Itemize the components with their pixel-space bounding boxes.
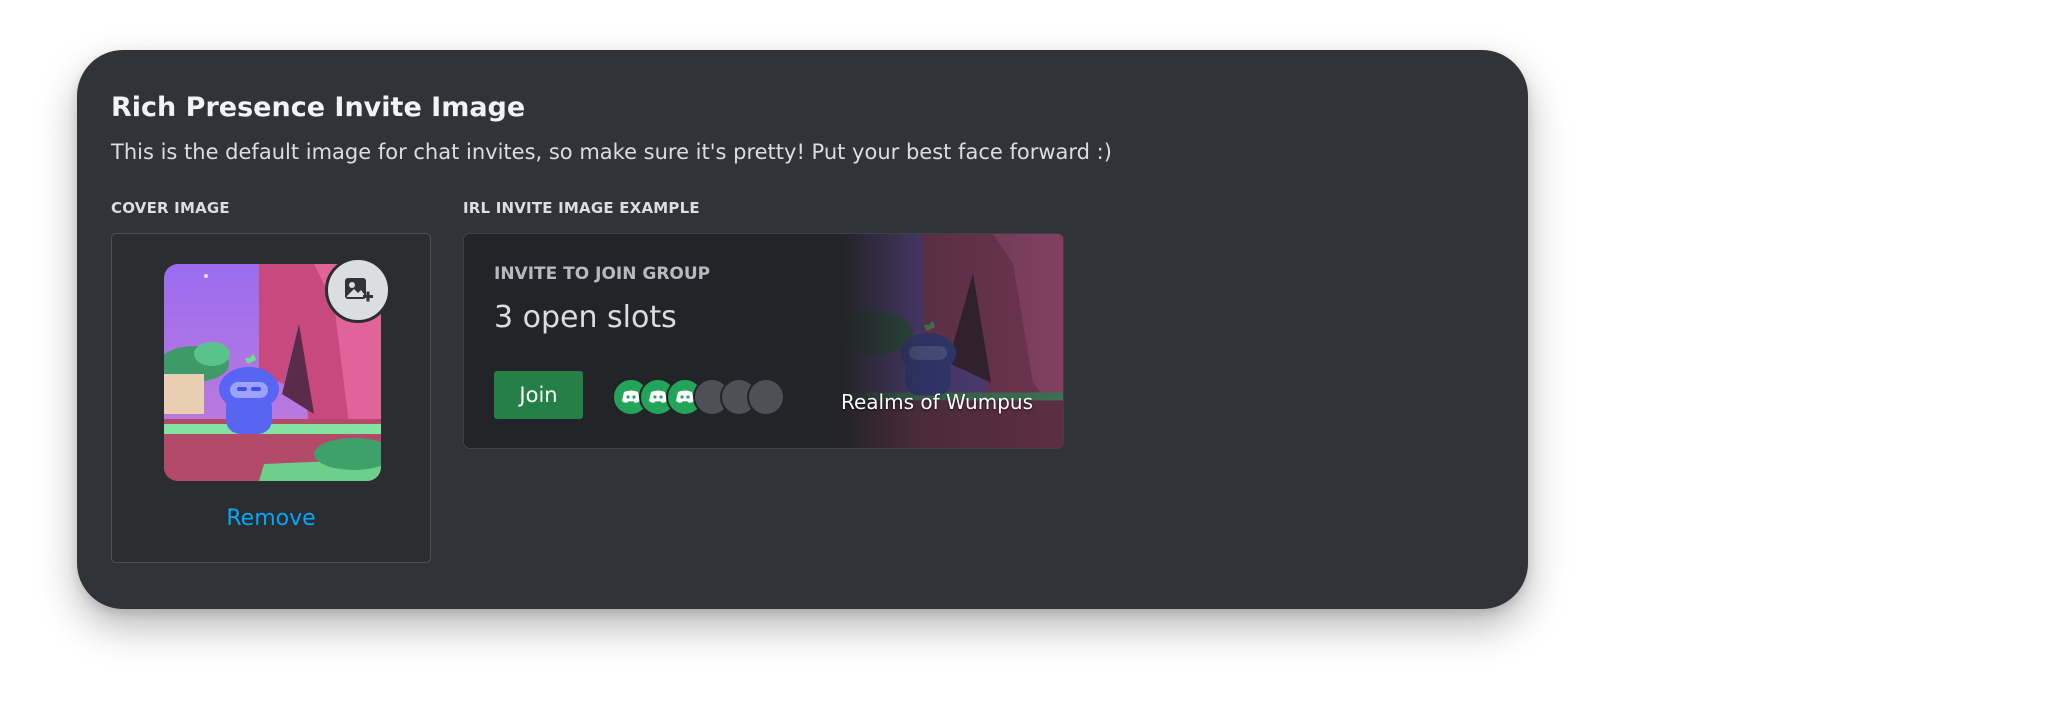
- discord-logo-icon: [676, 390, 694, 403]
- remove-button[interactable]: Remove: [112, 506, 430, 531]
- add-image-button[interactable]: [325, 257, 391, 323]
- invite-background-art: [843, 234, 1063, 448]
- cover-image-label: COVER IMAGE: [111, 199, 230, 217]
- game-name: Realms of Wumpus: [840, 390, 1033, 414]
- irl-example-label: IRL INVITE IMAGE EXAMPLE: [463, 199, 700, 217]
- section-description: This is the default image for chat invit…: [111, 140, 1112, 164]
- empty-slot-avatar: [747, 378, 785, 416]
- open-slots-text: 3 open slots: [494, 300, 677, 335]
- cover-image-box: Remove: [111, 233, 431, 563]
- image-add-icon: [345, 278, 373, 302]
- invite-heading: INVITE TO JOIN GROUP: [494, 264, 711, 284]
- join-button[interactable]: Join: [494, 371, 583, 419]
- discord-logo-icon: [649, 390, 667, 403]
- section-title: Rich Presence Invite Image: [111, 92, 526, 123]
- invite-preview-card: INVITE TO JOIN GROUP 3 open slots Join R…: [463, 233, 1064, 449]
- discord-logo-icon: [622, 390, 640, 403]
- settings-card: Rich Presence Invite Image This is the d…: [77, 50, 1528, 609]
